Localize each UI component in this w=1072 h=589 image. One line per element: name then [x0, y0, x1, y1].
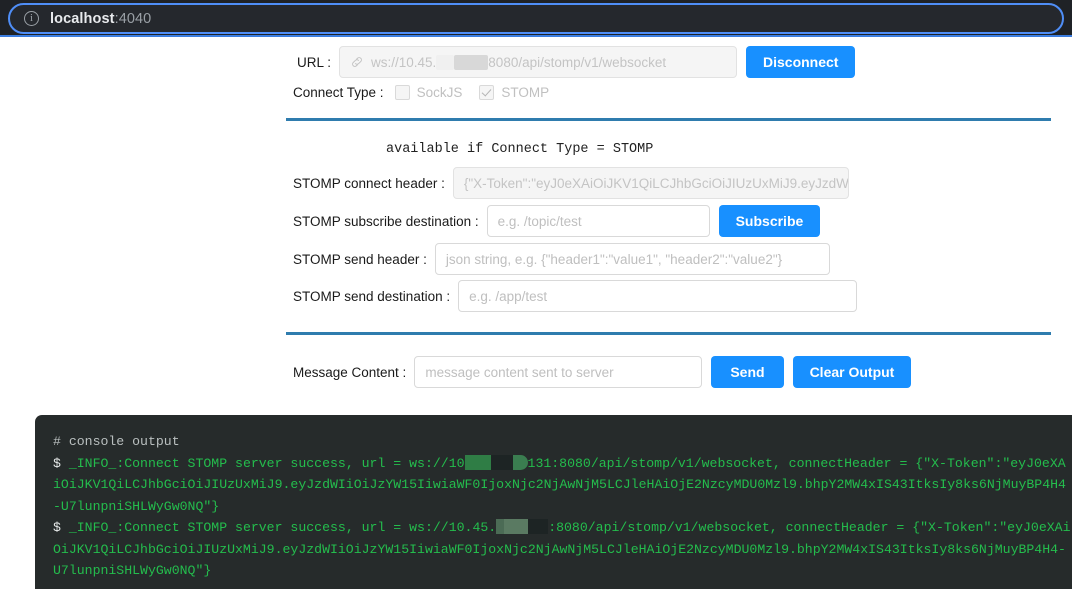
- availability-hint: available if Connect Type = STOMP: [386, 142, 654, 157]
- url-redaction-block-1: [436, 54, 455, 70]
- section-divider-top: [286, 118, 1051, 121]
- message-content-row: Message Content : message content sent t…: [293, 356, 912, 388]
- console-entry-1-before: _INFO_:Connect STOMP server success, url…: [60, 455, 465, 471]
- connect-type-label: Connect Type :: [293, 85, 384, 100]
- url-input[interactable]: ws://10.45. 8080/api/stomp/v1/websocket: [339, 46, 737, 78]
- browser-address-bar[interactable]: i localhost:4040: [8, 3, 1064, 34]
- url-input-value-prefix: ws://10.45.: [371, 54, 437, 70]
- section-divider-bottom: [286, 332, 1051, 335]
- stomp-subscribe-row: STOMP subscribe destination : e.g. /topi…: [293, 205, 821, 237]
- console-output-panel[interactable]: # console output $ _INFO_:Connect STOMP …: [35, 415, 1072, 589]
- clear-output-button[interactable]: Clear Output: [792, 356, 912, 388]
- stomp-send-destination-input[interactable]: e.g. /app/test: [458, 280, 858, 312]
- stomp-subscribe-input[interactable]: e.g. /topic/test: [486, 205, 710, 237]
- console-redaction-1c: [512, 454, 528, 470]
- sockjs-checkbox-box[interactable]: [394, 85, 410, 100]
- console-entry-2-before: _INFO_:Connect STOMP server success, url…: [60, 520, 497, 535]
- stomp-label: STOMP: [501, 85, 550, 100]
- stomp-send-header-row: STOMP send header : json string, e.g. {"…: [293, 243, 830, 275]
- console-entry-2: $ _INFO_:Connect STOMP server success, u…: [53, 517, 1072, 582]
- checkbox-sockjs[interactable]: SockJS: [394, 85, 463, 100]
- stomp-send-destination-placeholder: e.g. /app/test: [469, 288, 548, 304]
- console-prompt-2: $: [53, 520, 61, 535]
- site-info-icon[interactable]: i: [24, 11, 39, 26]
- link-icon: [350, 55, 364, 69]
- stomp-send-header-placeholder: json string, e.g. {"header1":"value1", "…: [445, 251, 783, 267]
- stomp-subscribe-label: STOMP subscribe destination :: [293, 213, 479, 229]
- console-redaction-1a: [464, 454, 491, 470]
- stomp-send-header-label: STOMP send header :: [293, 251, 427, 267]
- stomp-connect-header-label: STOMP connect header :: [293, 175, 445, 191]
- disconnect-button[interactable]: Disconnect: [746, 46, 856, 78]
- stomp-connect-header-input[interactable]: {"X-Token":"eyJ0eXAiOiJKV1QiLCJhbGciOiJI…: [452, 167, 849, 199]
- message-content-placeholder: message content sent to server: [425, 364, 614, 380]
- stomp-connect-header-placeholder: {"X-Token":"eyJ0eXAiOiJKV1QiLCJhbGciOiJI…: [463, 175, 849, 191]
- connect-type-row: Connect Type : SockJS STOMP: [293, 85, 549, 100]
- send-button[interactable]: Send: [711, 356, 784, 388]
- stomp-connect-header-row: STOMP connect header : {"X-Token":"eyJ0e…: [293, 167, 849, 199]
- stomp-send-destination-row: STOMP send destination : e.g. /app/test: [293, 280, 858, 312]
- console-redaction-2c: [528, 519, 549, 534]
- sockjs-label: SockJS: [416, 85, 463, 100]
- console-header: # console output: [53, 434, 180, 449]
- stomp-checkbox-box[interactable]: [479, 85, 495, 100]
- browser-url-host: localhost: [50, 10, 115, 27]
- message-content-label: Message Content :: [293, 364, 407, 380]
- checkbox-stomp[interactable]: STOMP: [479, 85, 549, 100]
- message-content-input[interactable]: message content sent to server: [414, 356, 703, 388]
- url-label: URL :: [296, 54, 331, 70]
- stomp-send-header-input[interactable]: json string, e.g. {"header1":"value1", "…: [434, 243, 830, 275]
- console-redaction-2b: [504, 519, 529, 534]
- console-prompt-1: $: [53, 455, 61, 471]
- console-redaction-1b: [490, 454, 513, 470]
- console-redaction-2a: [496, 519, 505, 534]
- console-entry-1: $ _INFO_:Connect STOMP server success, u…: [53, 453, 1072, 518]
- url-input-value-suffix: 8080/api/stomp/v1/websocket: [488, 54, 667, 70]
- url-row: URL : ws://10.45. 8080/api/stomp/v1/webso…: [293, 46, 856, 78]
- url-redaction-block-2: [454, 54, 489, 70]
- browser-chrome: i localhost:4040: [0, 0, 1072, 37]
- browser-url-port: :4040: [114, 10, 152, 27]
- stomp-send-destination-label: STOMP send destination :: [293, 288, 451, 304]
- browser-url-text: localhost:4040: [50, 11, 151, 27]
- subscribe-button[interactable]: Subscribe: [718, 205, 821, 237]
- stomp-subscribe-placeholder: e.g. /topic/test: [497, 213, 582, 229]
